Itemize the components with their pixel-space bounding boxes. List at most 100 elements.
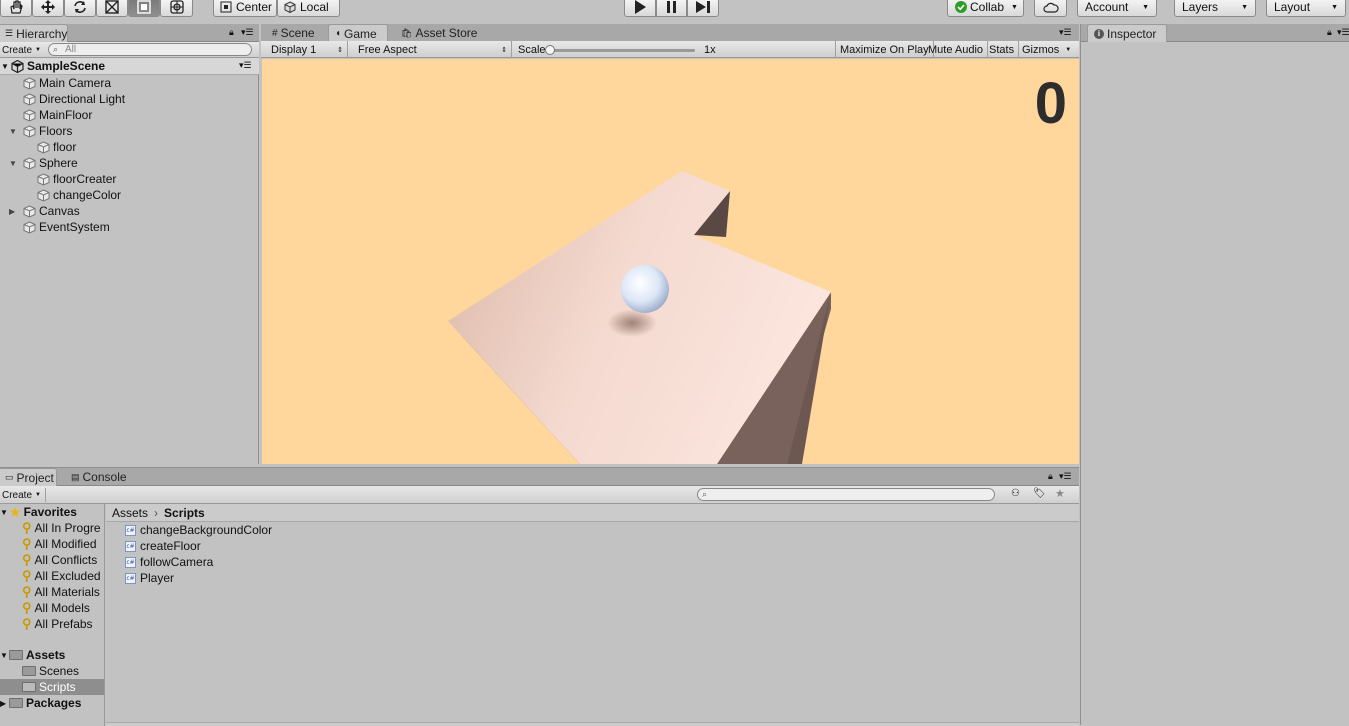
pivot-center-button[interactable]: Center: [213, 0, 277, 17]
panel-menu-icon[interactable]: ▾☰: [1337, 27, 1349, 38]
hierarchy-item-label: floor: [53, 140, 77, 154]
rotate-tool-button[interactable]: [64, 0, 96, 17]
tab-console[interactable]: ▤ Console: [65, 468, 133, 486]
hierarchy-item-label: Sphere: [39, 156, 78, 170]
tab-asset-store[interactable]: 🛍︎ Asset Store: [395, 24, 483, 42]
tab-scene[interactable]: # Scene: [266, 24, 321, 42]
game-viewport[interactable]: 0: [262, 59, 1079, 464]
collapsed-arrow-icon[interactable]: ▶: [9, 207, 23, 216]
collapsed-arrow-icon[interactable]: ▶: [0, 699, 9, 708]
hierarchy-create-dropdown[interactable]: Create ▼: [2, 43, 41, 57]
file-player[interactable]: c# Player: [125, 570, 174, 586]
lock-icon[interactable]: 🔒︎: [1048, 471, 1053, 482]
pause-button[interactable]: [656, 0, 687, 17]
filter-by-type-icon[interactable]: ⚇: [1011, 488, 1020, 499]
tab-hierarchy[interactable]: ☰ Hierarchy: [0, 24, 68, 42]
transform-tool-button[interactable]: [160, 0, 193, 17]
move-tool-button[interactable]: [32, 0, 64, 17]
assets-header[interactable]: ▼ Assets: [0, 647, 65, 663]
rect-tool-button[interactable]: [128, 0, 160, 17]
layout-dropdown[interactable]: Layout ▼: [1266, 0, 1346, 17]
file-changebackgroundcolor[interactable]: c# changeBackgroundColor: [125, 522, 272, 538]
hierarchy-item-floor[interactable]: floor: [0, 139, 76, 155]
expand-arrow-icon[interactable]: ▼: [1, 62, 11, 71]
play-button[interactable]: [624, 0, 656, 17]
hierarchy-toolbar: Create ▼ ⌕ All: [0, 42, 259, 58]
mute-audio-toggle[interactable]: Mute Audio: [924, 41, 989, 58]
hierarchy-search-input[interactable]: ⌕ All: [48, 43, 252, 56]
gameobject-cube-icon: [37, 188, 50, 202]
maximize-label: Maximize On Play: [840, 43, 929, 56]
breadcrumb-assets[interactable]: Assets: [112, 506, 148, 520]
scene-menu-icon[interactable]: ▾☰: [239, 60, 252, 71]
favorite-all-excluded[interactable]: ⚲ All Excluded: [0, 568, 101, 584]
gameobject-cube-icon: [23, 108, 36, 122]
filter-by-label-icon[interactable]: 🏷︎: [1033, 488, 1046, 499]
aspect-label: Free Aspect: [358, 43, 417, 56]
favorite-label: All Excluded: [34, 569, 101, 583]
step-button[interactable]: [687, 0, 719, 17]
favorite-star-icon[interactable]: ★: [1055, 487, 1065, 500]
gizmos-dropdown[interactable]: Gizmos ▼: [1018, 41, 1075, 58]
hierarchy-item-floorcreater[interactable]: floorCreater: [0, 171, 116, 187]
folder-scripts[interactable]: Scripts: [0, 679, 104, 695]
favorite-all-models[interactable]: ⚲ All Models: [0, 600, 90, 616]
file-followcamera[interactable]: c# followCamera: [125, 554, 213, 570]
pivot-local-button[interactable]: Local: [277, 0, 340, 17]
display-dropdown[interactable]: Display 1 ⇕: [267, 41, 348, 58]
packages-header[interactable]: ▶ Packages: [0, 695, 81, 711]
expand-arrow-icon[interactable]: ▼: [9, 127, 23, 136]
hierarchy-item-canvas[interactable]: ▶ Canvas: [0, 203, 80, 219]
favorites-header[interactable]: ▼ ★ Favorites: [0, 504, 77, 520]
aspect-dropdown[interactable]: Free Aspect ⇕: [354, 41, 512, 58]
hierarchy-item-sphere[interactable]: ▼ Sphere: [0, 155, 78, 171]
project-create-dropdown[interactable]: Create ▼: [2, 488, 46, 502]
folder-scenes[interactable]: Scenes: [0, 663, 79, 679]
panel-menu-icon[interactable]: ▾☰: [241, 27, 254, 38]
layout-label: Layout: [1274, 0, 1311, 14]
panel-menu-icon[interactable]: ▾☰: [1059, 27, 1072, 38]
hierarchy-item-floors[interactable]: ▼ Floors: [0, 123, 72, 139]
chevron-down-icon: ▼: [1065, 46, 1072, 53]
hierarchy-item-label: changeColor: [53, 188, 122, 202]
maximize-on-play-toggle[interactable]: Maximize On Play: [835, 41, 934, 58]
tab-inspector[interactable]: i Inspector: [1087, 24, 1167, 42]
expand-arrow-icon[interactable]: ▼: [0, 651, 9, 660]
scene-header-row[interactable]: ▼ SampleScene ▾☰: [0, 58, 259, 75]
file-createfloor[interactable]: c# createFloor: [125, 538, 201, 554]
lock-icon[interactable]: 🔒︎: [1327, 27, 1332, 38]
favorite-label: All Conflicts: [34, 553, 98, 567]
hierarchy-item-changecolor[interactable]: changeColor: [0, 187, 121, 203]
hierarchy-item-mainfloor[interactable]: MainFloor: [0, 107, 92, 123]
project-search-input[interactable]: ⌕: [697, 488, 995, 501]
panel-menu-icon[interactable]: ▾☰: [1059, 471, 1072, 482]
stats-toggle[interactable]: Stats: [985, 41, 1020, 58]
hierarchy-item-label: MainFloor: [39, 108, 93, 122]
hierarchy-item-main-camera[interactable]: Main Camera: [0, 75, 111, 91]
scale-slider[interactable]: [545, 45, 695, 55]
csharp-script-icon: c#: [125, 540, 136, 552]
scale-slider-thumb[interactable]: [545, 45, 555, 55]
game-panel: # Scene ◖ Game 🛍︎ Asset Store ▾☰ Display…: [261, 24, 1079, 465]
expand-arrow-icon[interactable]: ▼: [0, 508, 9, 517]
favorite-all-conflicts[interactable]: ⚲ All Conflicts: [0, 552, 97, 568]
favorite-all-in-progress[interactable]: ⚲ All In Progre: [0, 520, 101, 536]
scale-tool-button[interactable]: [96, 0, 128, 17]
hierarchy-item-directional-light[interactable]: Directional Light: [0, 91, 125, 107]
account-dropdown[interactable]: Account ▼: [1077, 0, 1157, 17]
mute-label: Mute Audio: [928, 43, 984, 56]
favorite-all-modified[interactable]: ⚲ All Modified: [0, 536, 97, 552]
tab-game[interactable]: ◖ Game: [328, 24, 388, 42]
hand-tool-button[interactable]: [0, 0, 32, 17]
layers-dropdown[interactable]: Layers ▼: [1174, 0, 1256, 17]
expand-arrow-icon[interactable]: ▼: [9, 159, 23, 168]
hierarchy-item-eventsystem[interactable]: EventSystem: [0, 219, 110, 235]
favorite-all-materials[interactable]: ⚲ All Materials: [0, 584, 100, 600]
cloud-button[interactable]: [1034, 0, 1067, 17]
lock-icon[interactable]: 🔒︎: [229, 27, 234, 38]
hand-icon: [10, 0, 23, 14]
favorite-all-prefabs[interactable]: ⚲ All Prefabs: [0, 616, 93, 632]
breadcrumb-scripts[interactable]: Scripts: [164, 506, 205, 520]
collab-dropdown[interactable]: Collab ▼: [947, 0, 1024, 17]
tab-project[interactable]: ▭ Project: [0, 468, 57, 486]
